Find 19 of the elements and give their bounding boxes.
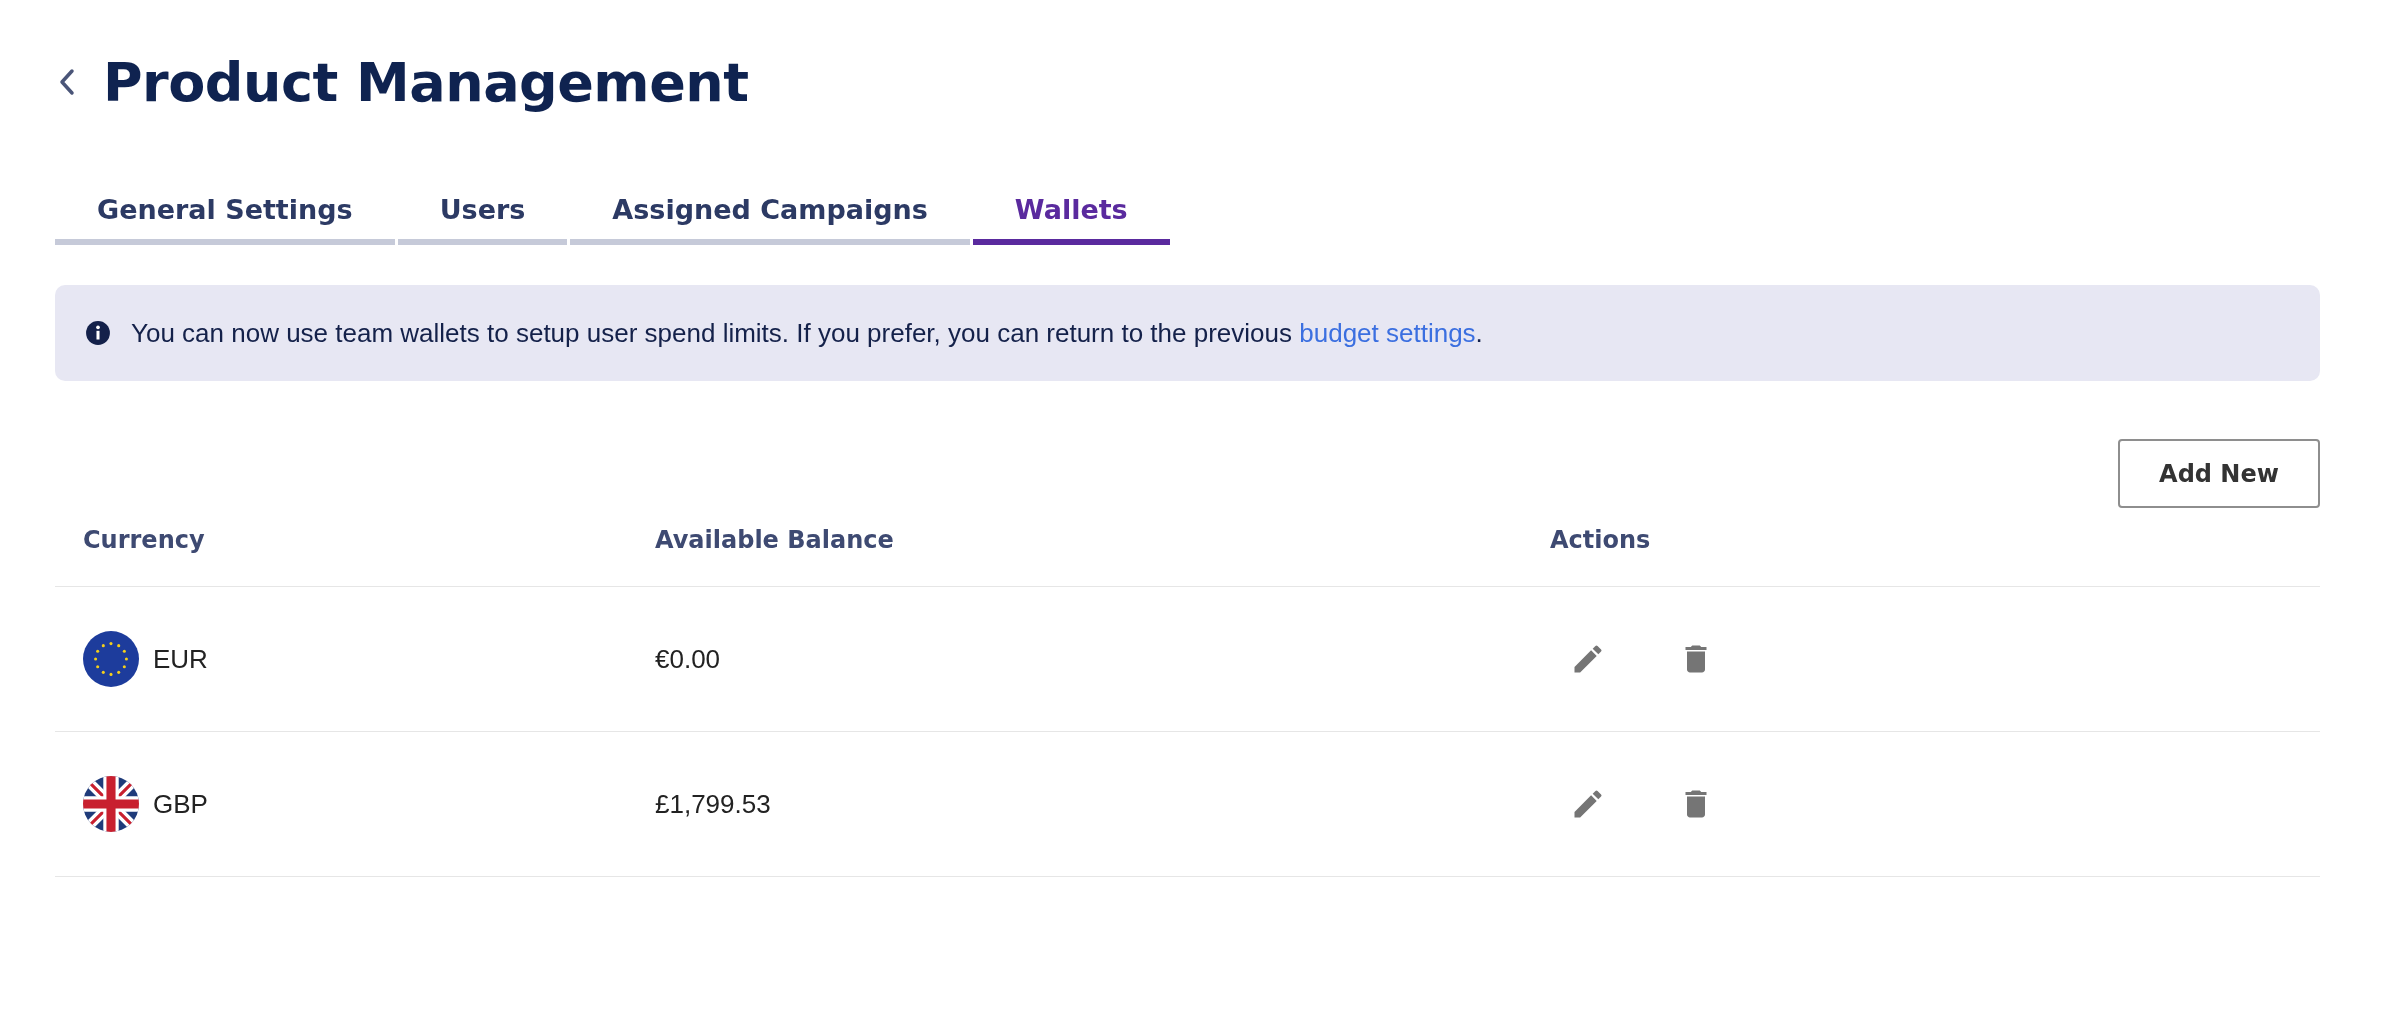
currency-code: EUR: [153, 643, 208, 675]
back-icon[interactable]: [57, 67, 77, 97]
tab[interactable]: General Settings: [55, 194, 395, 245]
balance-amount: €0.00: [655, 643, 722, 675]
eu-flag-icon: [83, 631, 139, 687]
column-header: Currency: [83, 526, 206, 554]
budget-settings-link[interactable]: budget settings: [1299, 317, 1476, 348]
column-header: Available Balance: [655, 526, 895, 554]
tab[interactable]: Wallets: [972, 194, 1170, 245]
tab[interactable]: Assigned Campaigns: [570, 194, 970, 245]
uk-flag-icon: [83, 776, 139, 832]
info-icon: [85, 320, 111, 346]
add-new-button[interactable]: Add New: [2118, 439, 2320, 508]
tab[interactable]: Users: [397, 194, 568, 245]
info-message: You can now use team wallets to setup user spend limits. If you prefer, you can return to the previous budget settings.: [131, 317, 1483, 349]
currency-code: GBP: [153, 788, 208, 820]
balance-amount: £1,799.53: [655, 788, 772, 820]
column-header: Actions: [1550, 526, 1652, 554]
page-title: Product Management: [103, 50, 749, 114]
